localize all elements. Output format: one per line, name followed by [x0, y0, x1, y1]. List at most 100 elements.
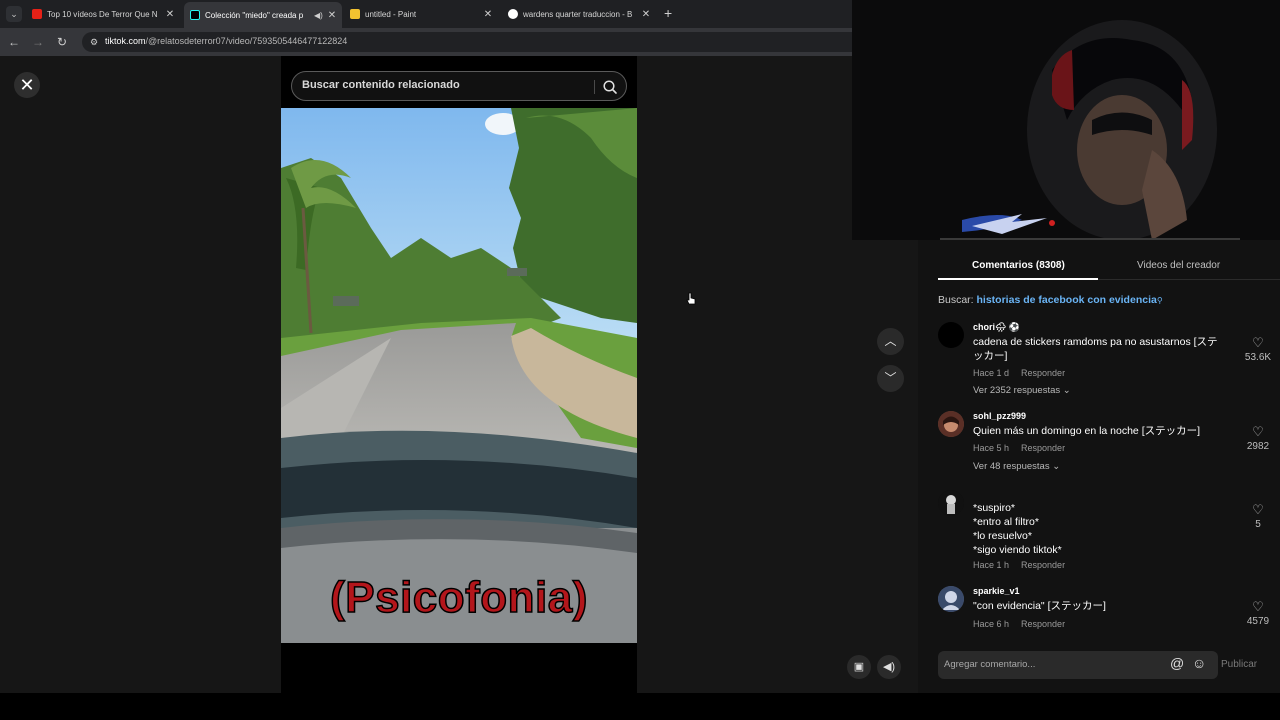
like-count: 53.6K: [1244, 352, 1272, 363]
next-video-button[interactable]: ﹀: [877, 365, 904, 392]
tab-title: wardens quarter traduccion - B: [523, 9, 633, 19]
pip-icon[interactable]: ▣: [847, 655, 871, 679]
avatar-image: [938, 586, 964, 612]
browser-tab-strip: ⌄ Top 10 vídeos De Terror Que N ✕ Colecc…: [0, 0, 852, 28]
emoji-icon[interactable]: ☺: [1192, 655, 1206, 671]
avatar-image: [938, 490, 964, 516]
like-button[interactable]: ♡ 5: [1242, 503, 1274, 531]
address-bar: ← → ↻ ⚙ tiktok.com/@relatosdeterror07/vi…: [0, 28, 852, 56]
comment-text: cadena de stickers ramdoms pa no asustar…: [973, 336, 1218, 362]
browser-tab-youtube[interactable]: Top 10 vídeos De Terror Que N ✕: [26, 3, 180, 25]
comment-meta: Hace 6 h Responder: [973, 619, 1065, 629]
video-player[interactable]: (Psicofonia): [281, 108, 637, 643]
reply-button[interactable]: Responder: [1021, 619, 1065, 629]
reload-icon[interactable]: ↻: [54, 34, 70, 50]
related-search-box[interactable]: Buscar contenido relacionado: [291, 71, 627, 101]
comment-username[interactable]: chori🌧 ⚽: [973, 322, 1020, 333]
avatar[interactable]: [938, 322, 964, 348]
related-term-link[interactable]: historias de facebook con evidencia: [977, 294, 1157, 306]
view-replies-button[interactable]: Ver 2352 respuestas ⌄: [973, 385, 1071, 396]
search-input[interactable]: Buscar contenido relacionado: [302, 79, 460, 91]
tab-title: Top 10 vídeos De Terror Que N: [47, 9, 158, 19]
heart-icon[interactable]: ♡: [1242, 600, 1274, 614]
avatar[interactable]: [938, 490, 964, 516]
search-icon[interactable]: [602, 79, 618, 95]
reply-button[interactable]: Responder: [1021, 443, 1065, 453]
comment-line: *entro al filtro*: [973, 516, 1039, 528]
video-frame-image: [281, 108, 637, 643]
google-icon: [508, 9, 518, 19]
url-host: tiktok.com: [105, 36, 146, 46]
site-info-icon[interactable]: ⚙: [88, 36, 100, 48]
comment-time: Hace 5 h: [973, 443, 1010, 453]
comment-line: *sigo viendo tiktok*: [973, 544, 1062, 556]
comment-placeholder[interactable]: Agregar comentario...: [944, 659, 1035, 670]
close-tab-icon[interactable]: ✕: [326, 10, 338, 21]
url-field[interactable]: ⚙ tiktok.com/@relatosdeterror07/video/75…: [82, 32, 852, 52]
panel-tabs: Comentarios (8308) Videos del creador: [938, 252, 1280, 280]
search-divider: [594, 80, 595, 94]
like-count: 2982: [1246, 441, 1270, 452]
related-search-suggestion[interactable]: Buscar: historias de facebook con eviden…: [938, 294, 1163, 306]
avatar[interactable]: [938, 586, 964, 612]
tab-creator-videos[interactable]: Videos del creador: [1137, 260, 1220, 271]
url-path: /@relatosdeterror07/video/75935054464771…: [145, 36, 348, 46]
avatar[interactable]: [938, 411, 964, 437]
comment-text: "con evidencia" [ステッカー]: [973, 600, 1106, 612]
url-text: tiktok.com/@relatosdeterror07/video/7593…: [105, 36, 347, 46]
webcam-image: [852, 0, 1280, 240]
comment-item: chori🌧 ⚽ cadena de stickers ramdoms pa n…: [938, 322, 1274, 402]
avatar-image: [938, 411, 964, 437]
like-button[interactable]: ♡ 4579: [1242, 600, 1274, 628]
like-count: 4579: [1246, 616, 1270, 627]
comment-time: Hace 1 d: [973, 368, 1010, 378]
heart-icon[interactable]: ♡: [1242, 425, 1274, 439]
heart-icon[interactable]: ♡: [1242, 503, 1274, 517]
search-icon: ⚲: [1156, 296, 1163, 305]
comment-meta: Hace 1 d Responder: [973, 368, 1065, 378]
comment-line: *lo resuelvo*: [973, 530, 1032, 542]
forward-icon[interactable]: →: [30, 34, 46, 50]
mention-icon[interactable]: @: [1170, 655, 1184, 671]
heart-icon[interactable]: ♡: [1242, 336, 1274, 350]
tab-comments[interactable]: Comentarios (8308): [972, 260, 1065, 271]
close-icon[interactable]: ✕: [14, 72, 40, 98]
comment-item: sohl_pzz999 Quien más un domingo en la n…: [938, 411, 1274, 481]
comments-panel: Comentarios (8308) Videos del creador Bu…: [918, 240, 1280, 693]
active-tab-indicator: [938, 278, 1098, 280]
paint-icon: [350, 9, 360, 19]
browser-tab-paint[interactable]: untitled - Paint ✕: [344, 3, 498, 25]
back-icon[interactable]: ←: [6, 34, 22, 50]
comment-username[interactable]: sparkie_v1: [973, 586, 1020, 596]
reply-button[interactable]: Responder: [1021, 560, 1065, 570]
comment-text: Quien más un domingo en la noche [ステッカー]: [973, 425, 1201, 437]
browser-tab-google[interactable]: wardens quarter traduccion - B ✕: [502, 3, 656, 25]
comment-username[interactable]: sohl_pzz999: [973, 411, 1026, 421]
browser-tab-tiktok[interactable]: Colección "miedo" creada p ◀) ✕: [184, 2, 342, 28]
webcam-overlay: [852, 0, 1280, 240]
close-tab-icon[interactable]: ✕: [640, 9, 652, 20]
tiktok-icon: [190, 10, 200, 20]
video-caption: (Psicofonia): [329, 572, 588, 623]
comment-item: sparkie_v1 "con evidencia" [ステッカー] Hace …: [938, 586, 1274, 636]
speaker-icon[interactable]: ◀): [314, 11, 326, 20]
close-tab-icon[interactable]: ✕: [482, 9, 494, 20]
view-replies-button[interactable]: Ver 48 respuestas ⌄: [973, 461, 1060, 472]
like-button[interactable]: ♡ 2982: [1242, 425, 1274, 453]
comment-item: *suspiro* *entro al filtro* *lo resuelvo…: [938, 490, 1274, 575]
video-stage: ✕ Buscar contenido relacionado (Psicofon…: [0, 56, 918, 693]
tab-title: untitled - Paint: [365, 9, 417, 19]
like-count: 5: [1255, 519, 1261, 530]
comment-input[interactable]: Agregar comentario... @ ☺: [938, 651, 1218, 679]
bottom-strip: [0, 693, 1280, 720]
reply-button[interactable]: Responder: [1021, 368, 1065, 378]
comment-time: Hace 1 h: [973, 560, 1010, 570]
tab-search-menu-icon[interactable]: ⌄: [6, 6, 22, 22]
comment-line: *suspiro*: [973, 502, 1016, 514]
like-button[interactable]: ♡ 53.6K: [1242, 336, 1274, 364]
previous-video-button[interactable]: ︿: [877, 328, 904, 355]
new-tab-icon[interactable]: +: [664, 5, 672, 21]
close-tab-icon[interactable]: ✕: [164, 9, 176, 20]
post-button[interactable]: Publicar: [1221, 659, 1257, 670]
volume-icon[interactable]: ◀): [877, 655, 901, 679]
